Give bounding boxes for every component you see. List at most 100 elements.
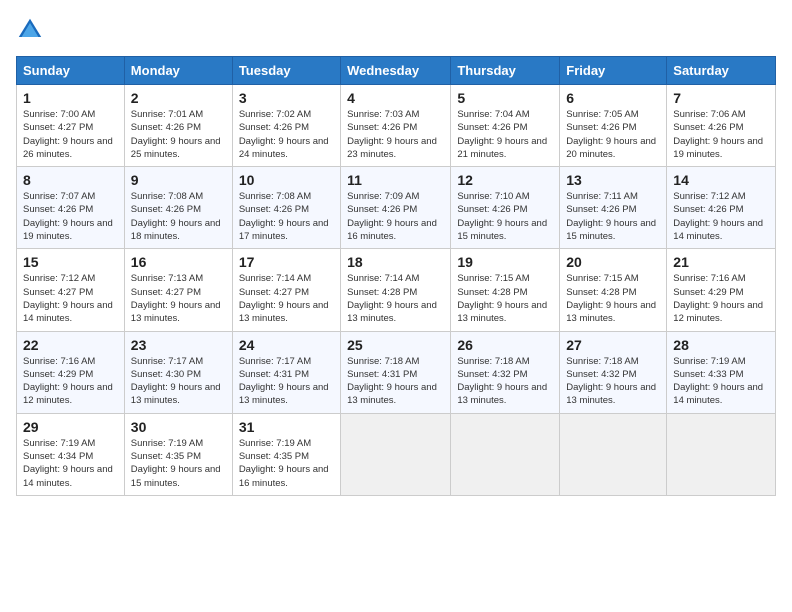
day-info: Sunrise: 7:05 AM Sunset: 4:26 PM Dayligh… [566, 108, 660, 161]
column-header-tuesday: Tuesday [232, 57, 340, 85]
calendar-cell: 10 Sunrise: 7:08 AM Sunset: 4:26 PM Dayl… [232, 167, 340, 249]
calendar-cell [560, 413, 667, 495]
day-number: 10 [239, 172, 334, 188]
day-number: 20 [566, 254, 660, 270]
calendar-table: SundayMondayTuesdayWednesdayThursdayFrid… [16, 56, 776, 496]
day-number: 23 [131, 337, 226, 353]
day-number: 21 [673, 254, 769, 270]
day-number: 18 [347, 254, 444, 270]
calendar-cell: 14 Sunrise: 7:12 AM Sunset: 4:26 PM Dayl… [667, 167, 776, 249]
calendar-cell: 8 Sunrise: 7:07 AM Sunset: 4:26 PM Dayli… [17, 167, 125, 249]
calendar-cell: 6 Sunrise: 7:05 AM Sunset: 4:26 PM Dayli… [560, 85, 667, 167]
calendar-cell: 16 Sunrise: 7:13 AM Sunset: 4:27 PM Dayl… [124, 249, 232, 331]
day-number: 15 [23, 254, 118, 270]
logo-icon [16, 16, 44, 44]
calendar-cell: 1 Sunrise: 7:00 AM Sunset: 4:27 PM Dayli… [17, 85, 125, 167]
day-number: 2 [131, 90, 226, 106]
logo [16, 16, 48, 44]
day-info: Sunrise: 7:12 AM Sunset: 4:26 PM Dayligh… [673, 190, 769, 243]
day-info: Sunrise: 7:18 AM Sunset: 4:32 PM Dayligh… [566, 355, 660, 408]
calendar-week-row: 29 Sunrise: 7:19 AM Sunset: 4:34 PM Dayl… [17, 413, 776, 495]
calendar-cell: 13 Sunrise: 7:11 AM Sunset: 4:26 PM Dayl… [560, 167, 667, 249]
day-number: 22 [23, 337, 118, 353]
day-info: Sunrise: 7:14 AM Sunset: 4:28 PM Dayligh… [347, 272, 444, 325]
calendar-cell: 31 Sunrise: 7:19 AM Sunset: 4:35 PM Dayl… [232, 413, 340, 495]
day-info: Sunrise: 7:15 AM Sunset: 4:28 PM Dayligh… [457, 272, 553, 325]
day-number: 12 [457, 172, 553, 188]
calendar-week-row: 8 Sunrise: 7:07 AM Sunset: 4:26 PM Dayli… [17, 167, 776, 249]
calendar-cell: 5 Sunrise: 7:04 AM Sunset: 4:26 PM Dayli… [451, 85, 560, 167]
calendar-cell: 26 Sunrise: 7:18 AM Sunset: 4:32 PM Dayl… [451, 331, 560, 413]
day-info: Sunrise: 7:19 AM Sunset: 4:34 PM Dayligh… [23, 437, 118, 490]
calendar-week-row: 22 Sunrise: 7:16 AM Sunset: 4:29 PM Dayl… [17, 331, 776, 413]
calendar-cell: 27 Sunrise: 7:18 AM Sunset: 4:32 PM Dayl… [560, 331, 667, 413]
calendar-cell: 17 Sunrise: 7:14 AM Sunset: 4:27 PM Dayl… [232, 249, 340, 331]
day-info: Sunrise: 7:00 AM Sunset: 4:27 PM Dayligh… [23, 108, 118, 161]
day-info: Sunrise: 7:08 AM Sunset: 4:26 PM Dayligh… [239, 190, 334, 243]
day-number: 16 [131, 254, 226, 270]
day-info: Sunrise: 7:18 AM Sunset: 4:32 PM Dayligh… [457, 355, 553, 408]
day-info: Sunrise: 7:08 AM Sunset: 4:26 PM Dayligh… [131, 190, 226, 243]
day-info: Sunrise: 7:18 AM Sunset: 4:31 PM Dayligh… [347, 355, 444, 408]
day-number: 28 [673, 337, 769, 353]
column-header-saturday: Saturday [667, 57, 776, 85]
calendar-cell: 15 Sunrise: 7:12 AM Sunset: 4:27 PM Dayl… [17, 249, 125, 331]
day-info: Sunrise: 7:17 AM Sunset: 4:30 PM Dayligh… [131, 355, 226, 408]
day-info: Sunrise: 7:04 AM Sunset: 4:26 PM Dayligh… [457, 108, 553, 161]
day-info: Sunrise: 7:19 AM Sunset: 4:35 PM Dayligh… [239, 437, 334, 490]
calendar-cell: 22 Sunrise: 7:16 AM Sunset: 4:29 PM Dayl… [17, 331, 125, 413]
calendar-cell: 23 Sunrise: 7:17 AM Sunset: 4:30 PM Dayl… [124, 331, 232, 413]
day-number: 13 [566, 172, 660, 188]
calendar-cell: 7 Sunrise: 7:06 AM Sunset: 4:26 PM Dayli… [667, 85, 776, 167]
calendar-cell: 21 Sunrise: 7:16 AM Sunset: 4:29 PM Dayl… [667, 249, 776, 331]
day-number: 14 [673, 172, 769, 188]
day-number: 24 [239, 337, 334, 353]
day-info: Sunrise: 7:17 AM Sunset: 4:31 PM Dayligh… [239, 355, 334, 408]
day-number: 3 [239, 90, 334, 106]
day-info: Sunrise: 7:11 AM Sunset: 4:26 PM Dayligh… [566, 190, 660, 243]
calendar-cell: 28 Sunrise: 7:19 AM Sunset: 4:33 PM Dayl… [667, 331, 776, 413]
calendar-cell: 19 Sunrise: 7:15 AM Sunset: 4:28 PM Dayl… [451, 249, 560, 331]
calendar-cell: 24 Sunrise: 7:17 AM Sunset: 4:31 PM Dayl… [232, 331, 340, 413]
day-info: Sunrise: 7:19 AM Sunset: 4:35 PM Dayligh… [131, 437, 226, 490]
day-number: 4 [347, 90, 444, 106]
day-info: Sunrise: 7:01 AM Sunset: 4:26 PM Dayligh… [131, 108, 226, 161]
calendar-cell: 4 Sunrise: 7:03 AM Sunset: 4:26 PM Dayli… [341, 85, 451, 167]
day-number: 26 [457, 337, 553, 353]
column-header-sunday: Sunday [17, 57, 125, 85]
day-number: 11 [347, 172, 444, 188]
day-info: Sunrise: 7:12 AM Sunset: 4:27 PM Dayligh… [23, 272, 118, 325]
day-info: Sunrise: 7:14 AM Sunset: 4:27 PM Dayligh… [239, 272, 334, 325]
day-info: Sunrise: 7:09 AM Sunset: 4:26 PM Dayligh… [347, 190, 444, 243]
calendar-header-row: SundayMondayTuesdayWednesdayThursdayFrid… [17, 57, 776, 85]
calendar-cell [341, 413, 451, 495]
column-header-wednesday: Wednesday [341, 57, 451, 85]
calendar-cell: 2 Sunrise: 7:01 AM Sunset: 4:26 PM Dayli… [124, 85, 232, 167]
day-number: 5 [457, 90, 553, 106]
calendar-cell [667, 413, 776, 495]
day-number: 9 [131, 172, 226, 188]
day-number: 1 [23, 90, 118, 106]
day-number: 8 [23, 172, 118, 188]
day-info: Sunrise: 7:02 AM Sunset: 4:26 PM Dayligh… [239, 108, 334, 161]
calendar-cell: 9 Sunrise: 7:08 AM Sunset: 4:26 PM Dayli… [124, 167, 232, 249]
day-info: Sunrise: 7:15 AM Sunset: 4:28 PM Dayligh… [566, 272, 660, 325]
day-info: Sunrise: 7:19 AM Sunset: 4:33 PM Dayligh… [673, 355, 769, 408]
day-number: 6 [566, 90, 660, 106]
day-number: 17 [239, 254, 334, 270]
day-number: 29 [23, 419, 118, 435]
calendar-cell: 12 Sunrise: 7:10 AM Sunset: 4:26 PM Dayl… [451, 167, 560, 249]
day-info: Sunrise: 7:07 AM Sunset: 4:26 PM Dayligh… [23, 190, 118, 243]
column-header-thursday: Thursday [451, 57, 560, 85]
day-number: 19 [457, 254, 553, 270]
day-info: Sunrise: 7:16 AM Sunset: 4:29 PM Dayligh… [673, 272, 769, 325]
calendar-cell: 18 Sunrise: 7:14 AM Sunset: 4:28 PM Dayl… [341, 249, 451, 331]
calendar-cell: 25 Sunrise: 7:18 AM Sunset: 4:31 PM Dayl… [341, 331, 451, 413]
day-number: 7 [673, 90, 769, 106]
calendar-cell: 29 Sunrise: 7:19 AM Sunset: 4:34 PM Dayl… [17, 413, 125, 495]
column-header-monday: Monday [124, 57, 232, 85]
calendar-cell [451, 413, 560, 495]
day-number: 30 [131, 419, 226, 435]
day-info: Sunrise: 7:06 AM Sunset: 4:26 PM Dayligh… [673, 108, 769, 161]
day-number: 27 [566, 337, 660, 353]
